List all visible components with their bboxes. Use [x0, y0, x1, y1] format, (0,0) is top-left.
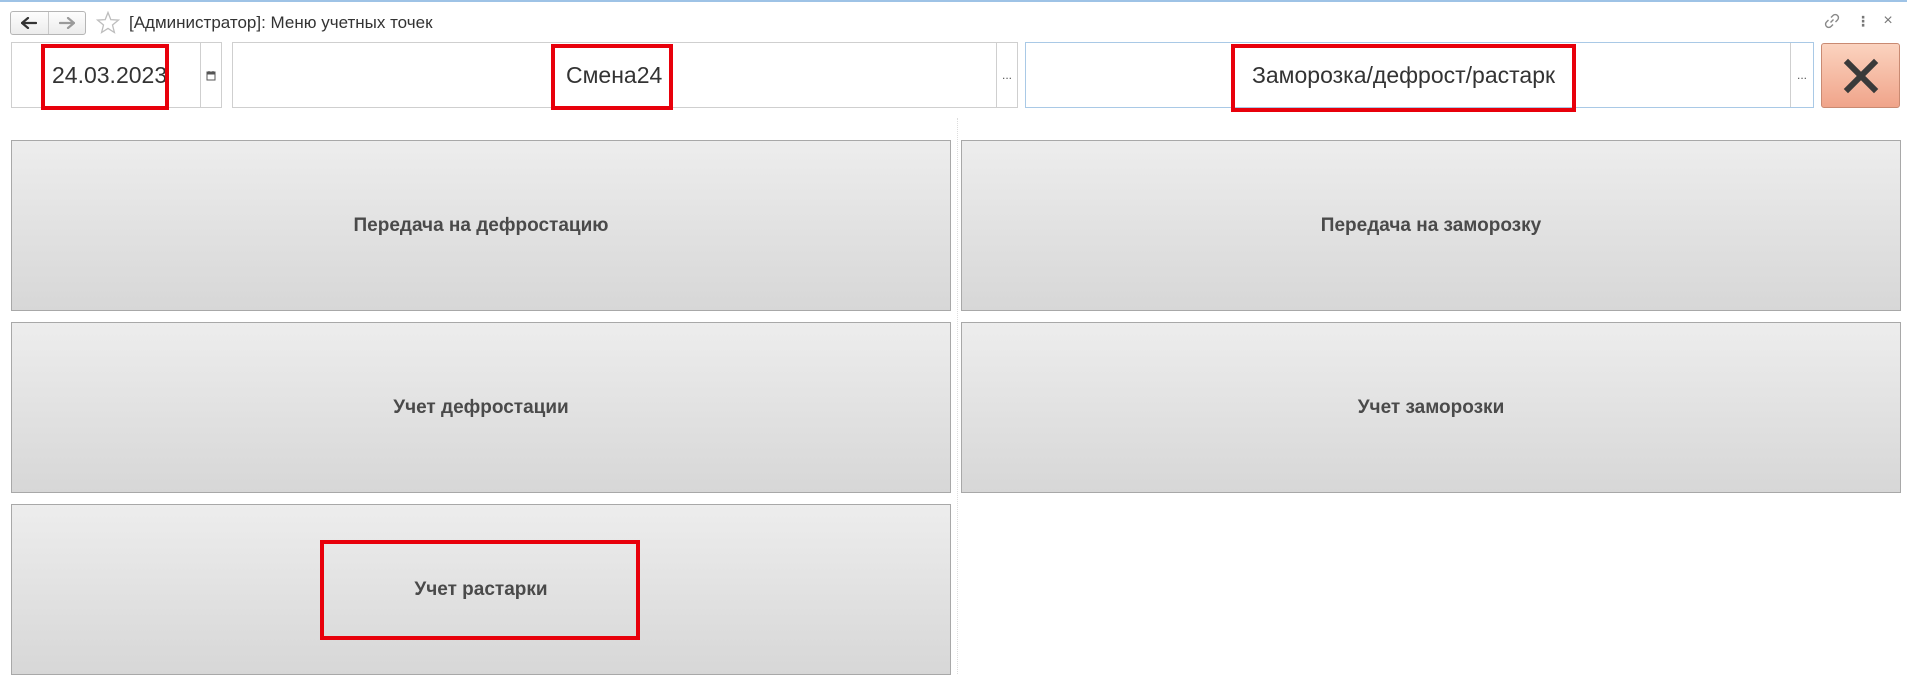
calendar-icon [206, 70, 216, 80]
shift-field[interactable]: Смена24 ... [232, 42, 1018, 108]
unpacking-accounting-button[interactable]: Учет растарки [11, 504, 951, 675]
date-value: 24.03.2023 [52, 62, 168, 88]
star-icon [95, 10, 121, 34]
accounting-point-field[interactable]: Заморозка/дефрост/растарк ... [1025, 42, 1814, 108]
history-nav [10, 11, 86, 35]
more-vertical-icon[interactable]: ⋮ [1854, 12, 1872, 30]
accounting-point-select-button[interactable]: ... [1790, 43, 1813, 107]
window-title: [Администратор]: Меню учетных точек [129, 13, 433, 32]
defrost-accounting-button[interactable]: Учет дефростации [11, 322, 951, 493]
forward-button[interactable] [47, 12, 86, 34]
accounting-point-value: Заморозка/дефрост/растарк [1252, 62, 1556, 88]
window-top-border [0, 0, 1907, 2]
shift-value: Смена24 [566, 62, 663, 88]
freeze-accounting-button[interactable]: Учет заморозки [961, 322, 1901, 493]
link-icon [1824, 13, 1840, 29]
arrow-right-icon [58, 17, 75, 29]
close-x-icon [1843, 58, 1878, 93]
close-icon[interactable]: × [1879, 12, 1897, 30]
column-divider [957, 118, 958, 674]
date-field[interactable]: 24.03.2023 [11, 42, 222, 108]
back-button[interactable] [11, 12, 48, 34]
link-button[interactable] [1823, 12, 1841, 30]
favorite-button[interactable] [95, 10, 121, 35]
close-form-button[interactable] [1821, 43, 1900, 108]
transfer-to-defrost-button[interactable]: Передача на дефростацию [11, 140, 951, 311]
shift-select-button[interactable]: ... [996, 43, 1017, 107]
arrow-left-icon [21, 17, 38, 29]
transfer-to-freeze-button[interactable]: Передача на заморозку [961, 140, 1901, 311]
calendar-button[interactable] [200, 43, 221, 107]
